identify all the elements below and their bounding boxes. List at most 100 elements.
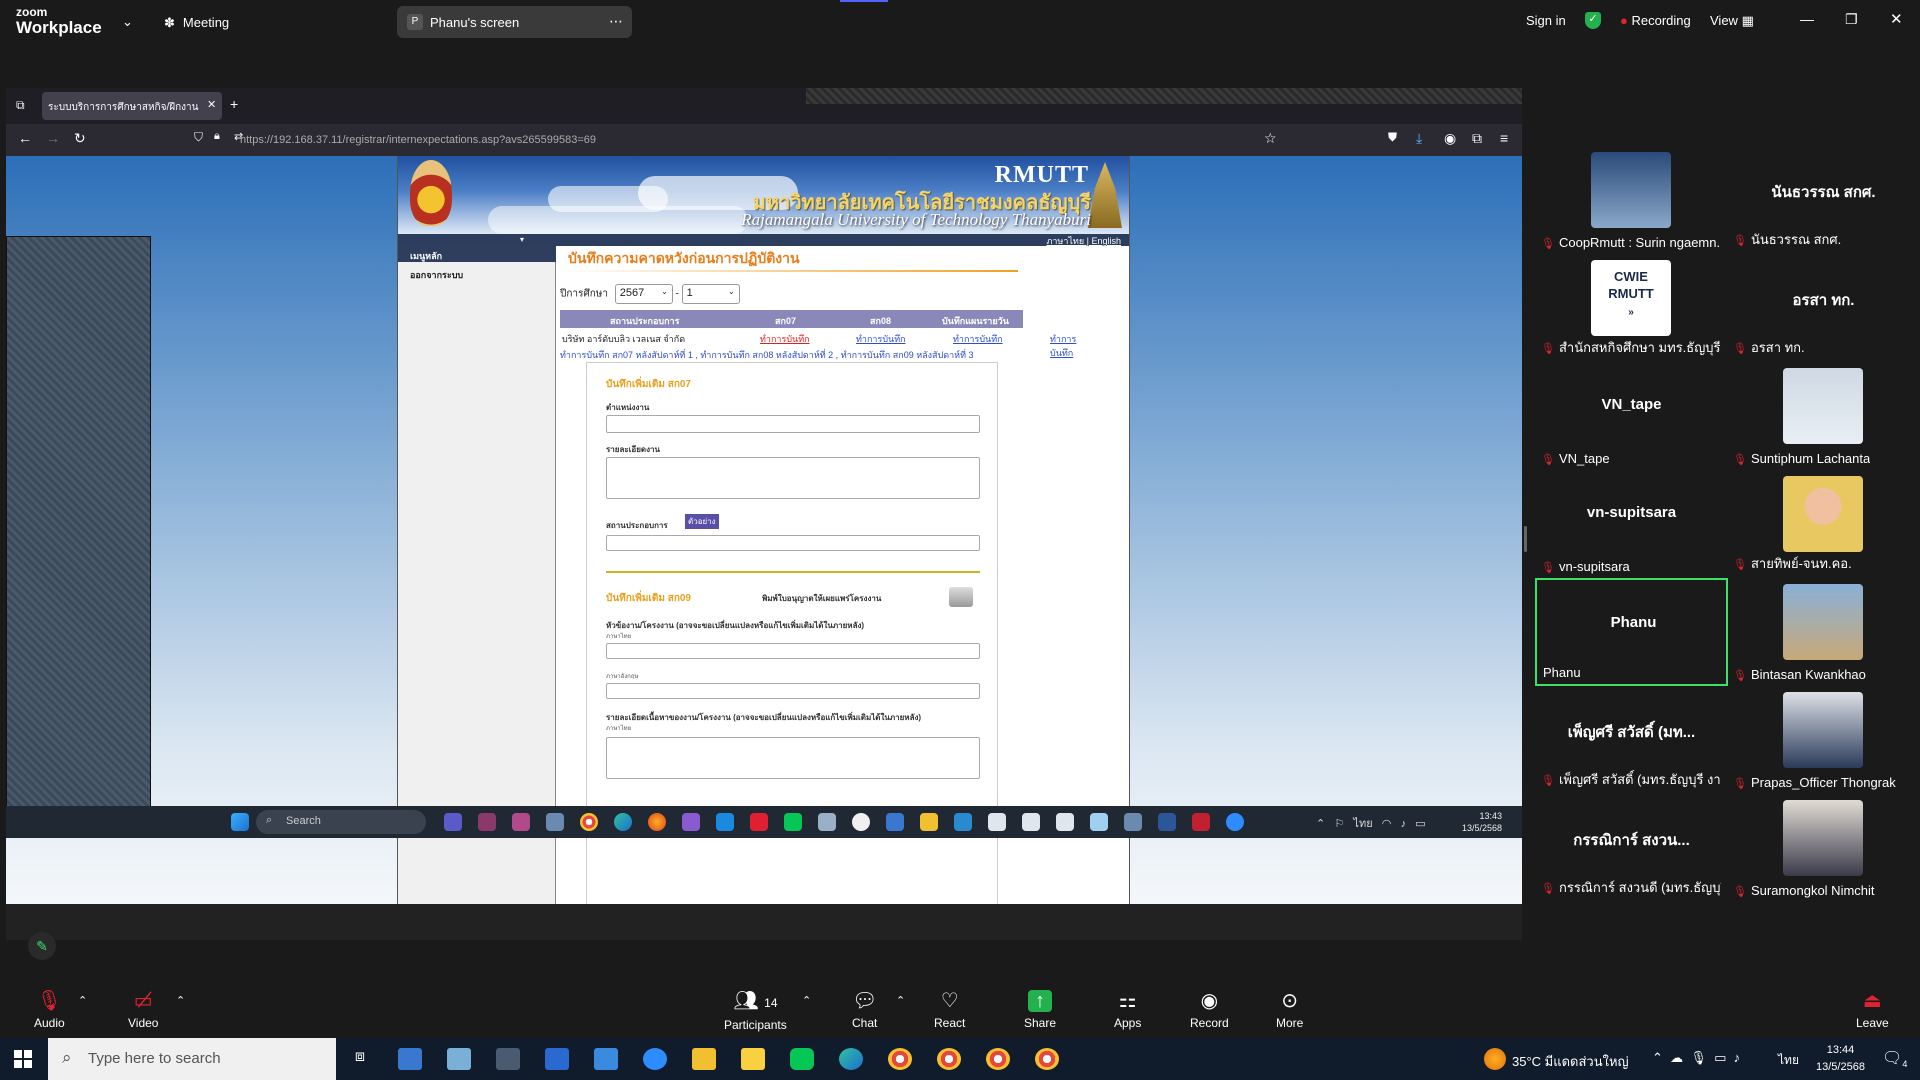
notification-icon[interactable]: 🗨︎4 xyxy=(1882,1048,1907,1069)
recording-indicator[interactable]: ● Recording xyxy=(1620,13,1691,28)
windows-start-icon[interactable] xyxy=(14,1050,32,1068)
react-button[interactable]: ♡ React xyxy=(934,990,965,1030)
app-icon[interactable] xyxy=(818,813,836,831)
url-input[interactable]: https://192.168.37.11/registrar/internex… xyxy=(236,128,1286,152)
remote-search-box[interactable]: ⌕ Search xyxy=(256,810,426,834)
vscode-icon[interactable] xyxy=(716,813,734,831)
shield-app-icon[interactable] xyxy=(886,813,904,831)
view-button[interactable]: View ▦ xyxy=(1710,13,1754,29)
app-icon[interactable] xyxy=(546,813,564,831)
app-icon[interactable] xyxy=(852,813,870,831)
record-button[interactable]: ◉ Record xyxy=(1190,990,1229,1030)
participant-tile[interactable]: กรรณิการ์ สงวน... 🎙︎ กรรณิการ์ สงวนดี (มท… xyxy=(1535,794,1728,902)
folder-icon[interactable] xyxy=(920,813,938,831)
minimize-icon[interactable]: — xyxy=(1800,11,1814,27)
weather-text[interactable]: 35°C มีแดดส่วนใหญ่ xyxy=(1512,1051,1629,1072)
zoom-app-icon[interactable] xyxy=(1226,813,1244,831)
mail-icon[interactable] xyxy=(594,1048,618,1070)
participant-tile[interactable]: 🎙︎ Suntiphum Lachanta xyxy=(1727,362,1920,470)
chrome-icon[interactable] xyxy=(580,813,598,831)
participant-tile[interactable]: 🎙︎ Suramongkol Nimchit xyxy=(1727,794,1920,902)
audio-options-icon[interactable]: ⌃ xyxy=(78,994,87,1007)
teams-icon[interactable] xyxy=(444,813,462,831)
visual-studio-icon[interactable] xyxy=(682,813,700,831)
task-view-icon[interactable]: ⧈ xyxy=(348,1048,372,1070)
calculator-icon[interactable] xyxy=(496,1048,520,1070)
app-icon[interactable] xyxy=(1192,813,1210,831)
detail-textarea[interactable]: ﾠﾠﾠﾠﾠﾠ xyxy=(606,457,980,499)
remote-clock[interactable]: 13:43 13/5/2568 xyxy=(1462,810,1502,834)
example-button[interactable]: ตัวอย่าง xyxy=(685,514,719,529)
chat-options-icon[interactable]: ⌃ xyxy=(896,994,905,1007)
chrome-icon[interactable] xyxy=(986,1048,1010,1070)
printer-icon[interactable] xyxy=(949,587,973,607)
word-icon[interactable] xyxy=(1158,813,1176,831)
menu-main-link[interactable]: เมนูหลัก xyxy=(398,246,556,262)
topic-english-input[interactable] xyxy=(606,683,980,699)
term-select[interactable]: 1 ⌄ xyxy=(681,284,740,304)
apps-button[interactable]: ⚏ Apps xyxy=(1114,990,1141,1030)
pocket-icon[interactable]: ⛊ xyxy=(1388,130,1397,145)
dropdown-arrow-icon[interactable]: ▾ xyxy=(520,235,524,244)
participant-tile[interactable]: VN_tape 🎙︎ VN_tape xyxy=(1535,362,1728,470)
meeting-menu[interactable]: ✽ Meeting xyxy=(164,15,229,31)
windows-start-icon[interactable] xyxy=(231,813,249,831)
app-icon[interactable] xyxy=(1090,813,1108,831)
chrome-icon[interactable] xyxy=(1035,1048,1059,1070)
position-input[interactable]: ﾠﾠﾠﾠﾠﾠ xyxy=(606,415,980,433)
security-shield-icon[interactable]: ✓ xyxy=(1585,12,1601,29)
edge-icon[interactable] xyxy=(614,813,632,831)
input-language[interactable]: ไทย xyxy=(1778,1051,1799,1070)
system-tray[interactable]: ⌃ ⚐ ไทย ◠ ♪ ▭ xyxy=(1316,814,1426,832)
line-icon[interactable] xyxy=(790,1048,814,1070)
participants-button[interactable]: 👥︎ 14 Participants xyxy=(724,990,787,1032)
firefox-icon[interactable] xyxy=(648,813,666,831)
windows-search-box[interactable]: ⌕ Type here to search xyxy=(48,1038,336,1080)
app-icon[interactable] xyxy=(1056,813,1074,831)
shield-icon[interactable]: ⛉ xyxy=(194,130,203,145)
video-button[interactable]: ▭̸ Video xyxy=(128,990,158,1030)
participant-tile[interactable]: 🎙︎ CoopRmutt : Surin ngaemn... xyxy=(1535,146,1728,254)
zoom-app-icon[interactable] xyxy=(643,1048,667,1070)
windows-clock[interactable]: 13:44 13/5/2568 xyxy=(1816,1042,1865,1076)
content-thai-textarea[interactable] xyxy=(606,737,980,779)
participants-options-icon[interactable]: ⌃ xyxy=(802,994,811,1007)
app-icon[interactable] xyxy=(750,813,768,831)
record-daily-plan-link[interactable]: ทำการบันทึก xyxy=(953,332,1003,346)
year-select[interactable]: 2567 ⌄ xyxy=(614,284,673,304)
record-weekly-summary-link[interactable]: ทำการบันทึก xyxy=(1050,332,1076,360)
app-icon[interactable] xyxy=(954,813,972,831)
app-icon[interactable] xyxy=(398,1048,422,1070)
leave-button[interactable]: ⏏ Leave xyxy=(1856,990,1889,1030)
app-icon[interactable] xyxy=(478,813,496,831)
more-button[interactable]: ⊙ More xyxy=(1276,990,1303,1030)
chrome-icon[interactable] xyxy=(888,1048,912,1070)
line-icon[interactable] xyxy=(784,813,802,831)
participant-tile[interactable]: vn-supitsara 🎙︎ vn-supitsara xyxy=(1535,470,1728,578)
reload-icon[interactable]: ↻ xyxy=(74,130,86,147)
lock-icon[interactable]: 🔒︎ xyxy=(214,130,220,143)
video-options-icon[interactable]: ⌃ xyxy=(176,994,185,1007)
chat-button[interactable]: 💬︎ Chat xyxy=(852,990,877,1030)
participant-tile[interactable]: 🎙︎ Prapas_Officer Thongrak xyxy=(1727,686,1920,794)
app-icon[interactable] xyxy=(447,1048,471,1070)
annotate-pencil-icon[interactable]: ✎ xyxy=(28,932,56,960)
logout-link[interactable]: ออกจากระบบ xyxy=(410,268,463,282)
folder-icon[interactable] xyxy=(692,1048,716,1070)
chevron-down-icon[interactable]: ⌄ xyxy=(122,14,133,30)
participant-tile[interactable]: 🎙︎ สายทิพย์-จนท.คอ. xyxy=(1727,470,1920,578)
topic-thai-input[interactable] xyxy=(606,643,980,659)
panel-resize-handle[interactable] xyxy=(1524,526,1527,552)
app-icon[interactable] xyxy=(512,813,530,831)
participant-tile[interactable]: 🎙︎ Bintasan Kwankhao xyxy=(1727,578,1920,686)
participant-tile[interactable]: อรสา ทก. 🎙︎ อรสา ทก. xyxy=(1727,254,1920,362)
system-tray[interactable]: ⌃ ☁ 🎙︎ ▭ ♪ xyxy=(1652,1050,1740,1066)
edge-icon[interactable] xyxy=(839,1048,863,1070)
tab-close-icon[interactable]: ✕ xyxy=(207,98,216,111)
sign-in-link[interactable]: Sign in xyxy=(1526,13,1566,28)
app-icon[interactable] xyxy=(741,1048,765,1070)
more-options-icon[interactable]: ⋯ xyxy=(609,13,623,30)
participant-tile-active[interactable]: Phanu Phanu xyxy=(1535,578,1728,686)
extensions-icon[interactable]: ⧉ xyxy=(1472,130,1482,147)
tab-list-icon[interactable]: ⧉ xyxy=(16,98,25,113)
